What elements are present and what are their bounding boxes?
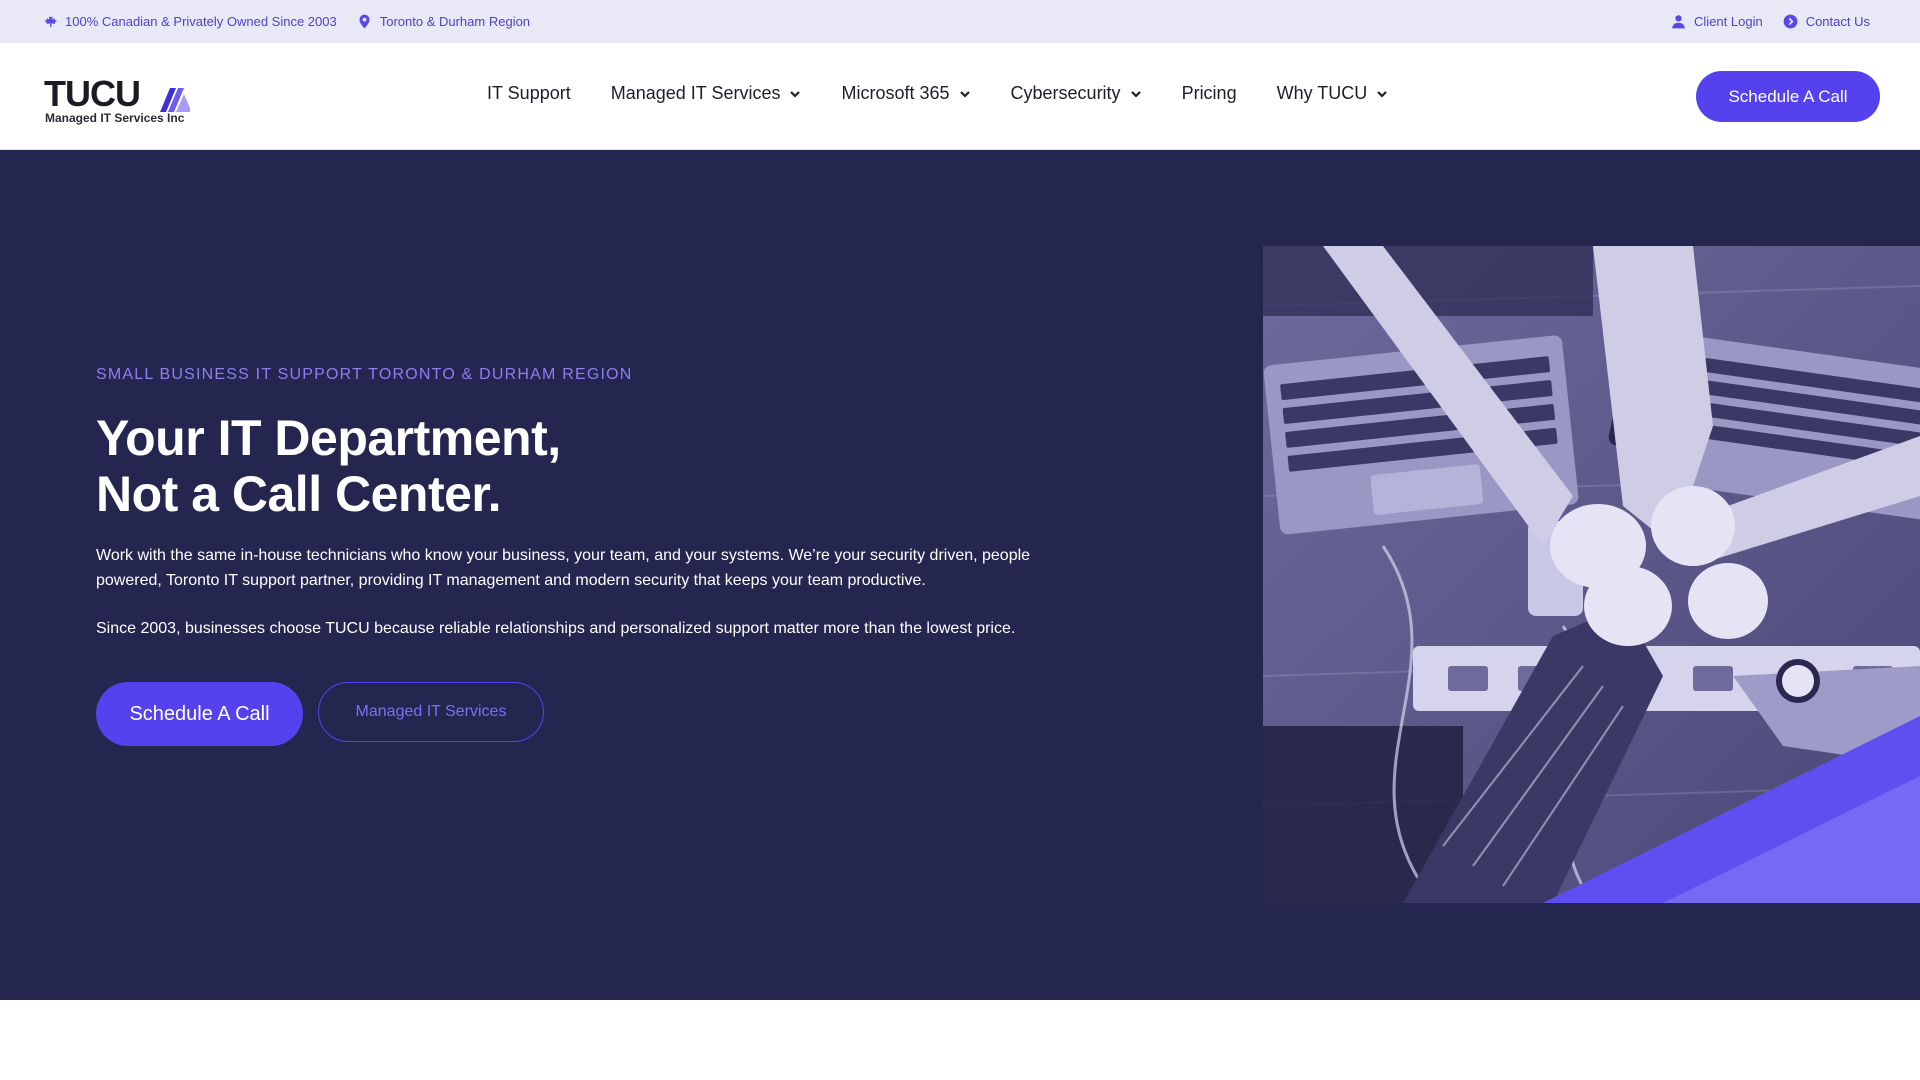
logo-subtitle: Managed IT Services Inc (45, 111, 185, 125)
maple-leaf-icon (44, 14, 57, 28)
nav-label: Why TUCU (1276, 83, 1368, 103)
hero-headline-line2: Not a Call Center. (96, 466, 502, 522)
chevron-down-icon (790, 90, 801, 98)
canadian-owned-text: 100% Canadian & Privately Owned Since 20… (65, 14, 337, 29)
location-badge: Toronto & Durham Region (357, 14, 530, 29)
logo-mark-icon (160, 88, 190, 112)
nav-item-pricing[interactable]: Pricing (1182, 83, 1237, 104)
top-info-right: Client Login Contact Us (1671, 14, 1870, 29)
hero-headline: Your IT Department, Not a Call Center. (96, 410, 561, 522)
tucu-logo[interactable]: TUCU Managed IT Services Inc (44, 76, 194, 126)
arrow-circle-icon (1783, 14, 1798, 29)
nav-item-microsoft-365[interactable]: Microsoft 365 (841, 83, 970, 104)
hero-photo-illustration (1263, 246, 1920, 903)
nav-label: Managed IT Services (610, 83, 781, 103)
hero-eyebrow: SMALL BUSINESS IT SUPPORT TORONTO & DURH… (96, 366, 633, 383)
hero-team-photo (1263, 246, 1920, 903)
user-icon (1672, 15, 1685, 29)
hero-managed-it-services-button[interactable]: Managed IT Services (318, 682, 544, 742)
header-schedule-call-button[interactable]: Schedule A Call (1696, 71, 1880, 122)
nav-item-managed-it-services[interactable]: Managed IT Services (611, 83, 802, 104)
chevron-down-icon (959, 90, 970, 98)
client-login-label: Client Login (1694, 14, 1763, 29)
nav-label: Pricing (1181, 83, 1237, 103)
nav-label: IT Support (487, 83, 571, 103)
hero-headline-line1: Your IT Department, (96, 410, 561, 466)
hero-schedule-call-button[interactable]: Schedule A Call (96, 682, 303, 746)
location-text: Toronto & Durham Region (379, 14, 531, 29)
top-info-left: 100% Canadian & Privately Owned Since 20… (42, 14, 530, 29)
nav-label: Cybersecurity (1010, 83, 1121, 103)
nav-item-it-support[interactable]: IT Support (487, 83, 571, 104)
hero-paragraph-2: Since 2003, businesses choose TUCU becau… (96, 620, 1016, 637)
logo-wordmark: TUCU (44, 73, 141, 114)
nav-item-why-tucu[interactable]: Why TUCU (1277, 83, 1389, 104)
chevron-down-icon (1130, 90, 1141, 98)
top-info-bar: 100% Canadian & Privately Owned Since 20… (0, 0, 1920, 43)
client-login-link[interactable]: Client Login (1671, 14, 1763, 29)
contact-us-label: Contact Us (1805, 14, 1870, 29)
canadian-owned-badge: 100% Canadian & Privately Owned Since 20… (42, 14, 337, 29)
nav-label: Microsoft 365 (841, 83, 950, 103)
nav-item-cybersecurity[interactable]: Cybersecurity (1011, 83, 1142, 104)
hero-paragraph-1: Work with the same in-house technicians … (96, 547, 1031, 589)
location-pin-icon (359, 14, 370, 29)
hero-section: SMALL BUSINESS IT SUPPORT TORONTO & DURH… (0, 150, 1920, 1000)
main-nav: IT Support Managed IT Services Microsoft… (487, 83, 1388, 104)
contact-us-link[interactable]: Contact Us (1783, 14, 1870, 29)
next-section (0, 1000, 1920, 1080)
site-header: TUCU Managed IT Services Inc IT Support … (0, 43, 1920, 150)
chevron-down-icon (1377, 90, 1388, 98)
